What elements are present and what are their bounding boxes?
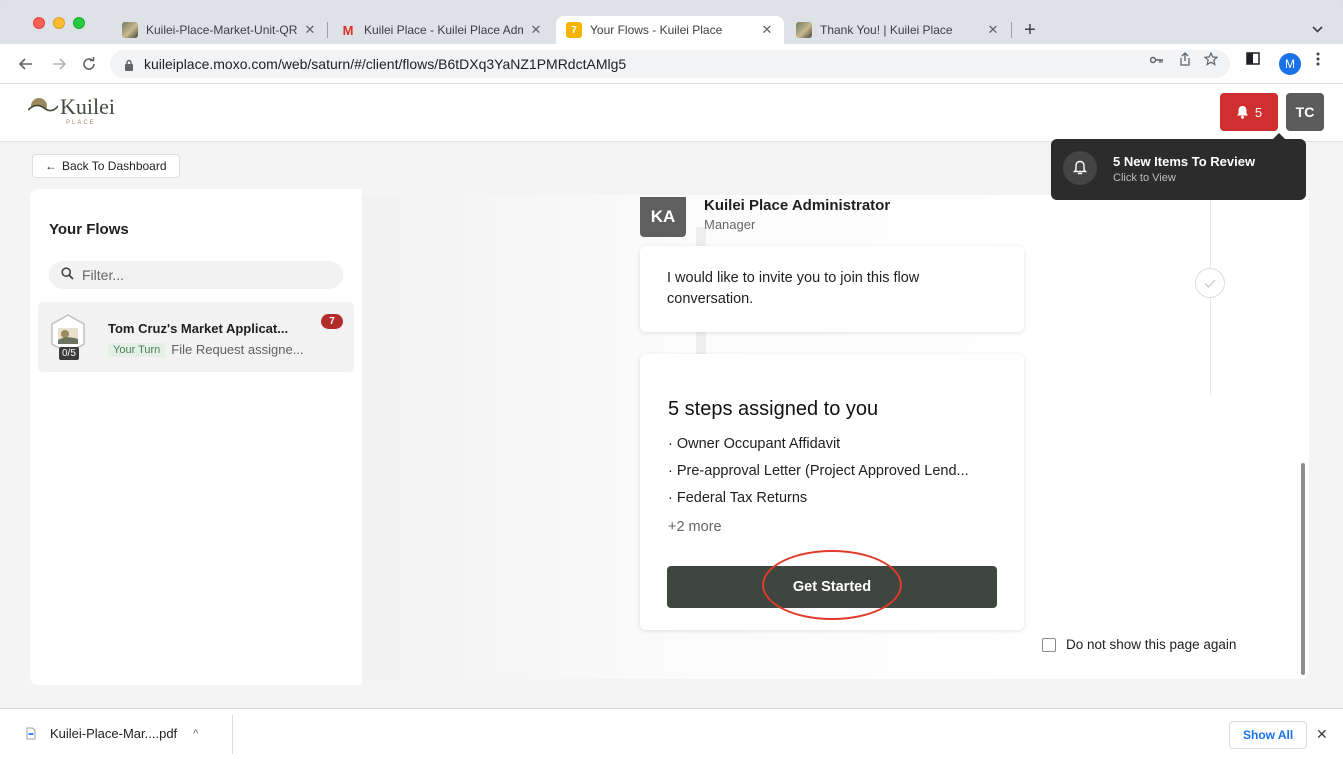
flow-title: Tom Cruz's Market Applicat...	[108, 321, 289, 336]
user-avatar-button[interactable]: TC	[1286, 93, 1324, 131]
pdf-file-icon	[26, 727, 36, 740]
logo-mark-icon	[27, 96, 59, 118]
flow-subtitle: Your Turn File Request assigne...	[108, 342, 304, 357]
step-item: · Pre-approval Letter (Project Approved …	[668, 463, 969, 479]
flow-status-text: File Request assigne...	[171, 342, 304, 357]
your-turn-tag: Your Turn	[108, 342, 166, 357]
tab-close-icon[interactable]: ✕	[303, 22, 317, 38]
sender-avatar: KA	[640, 197, 686, 237]
download-file-name: Kuilei-Place-Mar....pdf	[50, 726, 178, 741]
window-minimize-button[interactable]	[53, 17, 65, 29]
window-zoom-button[interactable]	[73, 17, 85, 29]
bookmark-star-icon[interactable]	[1202, 51, 1220, 69]
flow-invite-panel: KA Kuilei Place Administrator Manager I …	[362, 195, 1309, 679]
back-arrow-icon[interactable]	[15, 53, 37, 75]
close-downloads-icon[interactable]: ✕	[1316, 726, 1328, 743]
back-button-label: Back To Dashboard	[62, 159, 167, 173]
reload-icon[interactable]	[78, 53, 100, 75]
steps-title: 5 steps assigned to you	[668, 398, 879, 420]
tab-close-icon[interactable]: ✕	[760, 22, 774, 38]
downloads-bar: Kuilei-Place-Mar....pdf ^ Show All ✕	[0, 708, 1343, 759]
key-icon[interactable]	[1148, 52, 1166, 67]
url-text: kuileiplace.moxo.com/web/saturn/#/client…	[144, 56, 627, 72]
tab-close-icon[interactable]: ✕	[529, 22, 543, 38]
sender-role: Manager	[704, 217, 756, 232]
address-bar[interactable]: kuileiplace.moxo.com/web/saturn/#/client…	[110, 50, 1230, 78]
bell-icon	[1236, 105, 1249, 119]
kuilei-logo[interactable]: Kuilei PLACE	[27, 94, 115, 126]
notification-title: 5 New Items To Review	[1113, 154, 1256, 169]
left-arrow-icon: ←	[45, 159, 57, 173]
tab-title: Thank You! | Kuilei Place	[820, 23, 953, 37]
side-panel-icon[interactable]	[1244, 52, 1262, 68]
scrollbar-thumb[interactable]	[1301, 463, 1305, 675]
step-item: · Owner Occupant Affidavit	[668, 436, 841, 452]
timeline-check-icon	[1195, 268, 1225, 298]
logo-text: Kuilei	[60, 94, 115, 119]
new-tab-button[interactable]: +	[1019, 19, 1041, 42]
photo-favicon-icon	[796, 22, 812, 38]
sidebar-title: Your Flows	[49, 221, 129, 238]
notifications-button[interactable]: 5	[1220, 93, 1278, 131]
tab-search-chevron-icon[interactable]	[1312, 22, 1323, 36]
browser-tab-strip: Kuilei-Place-Market-Unit-QRA ✕ M Kuilei …	[0, 0, 1343, 44]
bell-outline-icon	[1063, 151, 1097, 185]
notification-subtitle: Click to View	[1113, 172, 1176, 184]
dont-show-again-option[interactable]: Do not show this page again	[1042, 637, 1236, 652]
browser-tab[interactable]: Kuilei-Place-Market-Unit-QRA ✕	[112, 16, 327, 44]
filter-placeholder: Filter...	[82, 267, 125, 283]
profile-avatar[interactable]: M	[1279, 53, 1301, 75]
filter-input[interactable]: Filter...	[49, 261, 343, 289]
download-item[interactable]: Kuilei-Place-Mar....pdf ^	[26, 726, 198, 741]
tab-title: Your Flows - Kuilei Place	[590, 23, 723, 37]
search-icon	[61, 267, 74, 283]
show-all-downloads-button[interactable]: Show All	[1229, 721, 1308, 749]
tab-close-icon[interactable]: ✕	[986, 22, 1000, 38]
browser-tab-active[interactable]: 7 Your Flows - Kuilei Place ✕	[556, 16, 784, 44]
tab-title: Kuilei-Place-Market-Unit-QRA	[146, 23, 297, 37]
back-to-dashboard-button[interactable]: ← Back To Dashboard	[32, 154, 180, 178]
flow-list-item[interactable]: 0/5 Tom Cruz's Market Applicat... 7 Your…	[38, 302, 354, 372]
dont-show-label: Do not show this page again	[1066, 637, 1237, 652]
tab-separator	[1011, 22, 1012, 38]
chevron-up-icon[interactable]: ^	[193, 728, 198, 740]
unread-count-badge: 7	[321, 314, 343, 329]
browser-toolbar: kuileiplace.moxo.com/web/saturn/#/client…	[0, 44, 1343, 84]
flows-sidebar: Your Flows Filter... 0/5 Tom Cruz's Mark…	[30, 189, 362, 685]
sender-name: Kuilei Place Administrator	[704, 197, 891, 214]
lock-icon	[124, 58, 134, 71]
photo-favicon-icon	[122, 22, 138, 38]
annotation-ellipse	[762, 550, 902, 620]
window-close-button[interactable]	[33, 17, 45, 29]
tab-title: Kuilei Place - Kuilei Place Admi	[364, 23, 523, 37]
forward-arrow-icon[interactable]	[48, 53, 70, 75]
logo-subtext: PLACE	[66, 120, 96, 126]
browser-tab[interactable]: Thank You! | Kuilei Place ✕	[786, 16, 1010, 44]
moxo-icon: 7	[566, 22, 582, 38]
more-steps-text: +2 more	[668, 519, 722, 535]
notification-popover[interactable]: 5 New Items To Review Click to View	[1051, 133, 1306, 200]
kebab-menu-icon[interactable]	[1309, 52, 1327, 69]
invite-message-card: I would like to invite you to join this …	[640, 246, 1024, 332]
downloads-separator	[232, 715, 233, 754]
gmail-icon: M	[342, 22, 354, 38]
step-item: · Federal Tax Returns	[668, 490, 808, 506]
flow-progress-badge: 0/5	[59, 347, 79, 360]
browser-tab[interactable]: M Kuilei Place - Kuilei Place Admi ✕	[330, 16, 553, 44]
notification-count: 5	[1254, 104, 1263, 120]
dont-show-checkbox[interactable]	[1042, 637, 1056, 652]
app-header: Kuilei PLACE 5 TC	[0, 84, 1343, 142]
tab-separator	[327, 22, 328, 38]
app-viewport: Kuilei PLACE 5 TC ← Back To Dashboard Yo…	[0, 84, 1343, 708]
share-icon[interactable]	[1176, 52, 1194, 69]
